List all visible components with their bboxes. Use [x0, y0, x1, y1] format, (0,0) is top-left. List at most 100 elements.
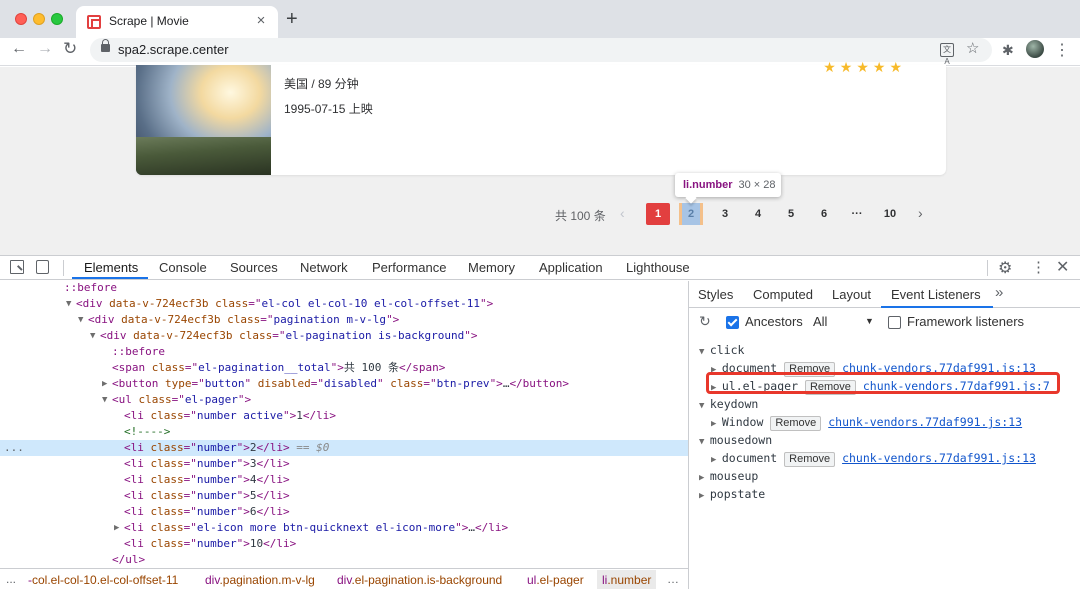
dom-line[interactable]: ▶ <li class="el-icon more btn-quicknext e…	[0, 520, 688, 536]
tab-performance[interactable]: Performance	[372, 260, 446, 275]
event-type-mouseup[interactable]: ▶ mouseup	[699, 468, 758, 484]
dom-line[interactable]: <li class="number">3</li>	[0, 456, 688, 472]
dom-line[interactable]: </ul>	[0, 552, 688, 564]
back-button[interactable]: ←	[11, 40, 27, 58]
expand-triangle-icon[interactable]: ▼	[699, 401, 710, 411]
dom-line[interactable]: ::before	[0, 344, 688, 360]
event-listener-row[interactable]: ▶ document Remove chunk-vendors.77daf991…	[711, 450, 1036, 467]
breadcrumb-item[interactable]: div.pagination.m-v-lg	[205, 570, 315, 589]
browser-tab[interactable]: Scrape | Movie ×	[76, 6, 278, 38]
refresh-icon[interactable]: ↻	[699, 313, 711, 330]
tab-layout[interactable]: Layout	[832, 287, 871, 302]
dom-line[interactable]: ▼ <div data-v-724ecf3b class="el-col el-c…	[0, 296, 688, 312]
page-button-4[interactable]: 4	[746, 203, 770, 225]
devtools-menu-icon[interactable]: ⋮	[1031, 258, 1046, 276]
tab-styles[interactable]: Styles	[698, 287, 733, 302]
device-toolbar-icon[interactable]	[36, 260, 49, 274]
breadcrumb-item[interactable]: ul.el-pager	[527, 570, 584, 589]
dom-line[interactable]: ▼ <ul class="el-pager">	[0, 392, 688, 408]
translate-icon[interactable]: 文A	[940, 43, 954, 66]
event-listener-row[interactable]: ▶ Window Remove chunk-vendors.77daf991.j…	[711, 414, 1022, 431]
tab-network[interactable]: Network	[300, 260, 348, 275]
page-button-10[interactable]: 10	[878, 203, 902, 225]
listener-source-link[interactable]: chunk-vendors.77daf991.js:13	[828, 415, 1022, 429]
close-window-button[interactable]	[15, 13, 27, 25]
remove-listener-button[interactable]: Remove	[784, 452, 836, 467]
forward-button[interactable]: →	[37, 40, 53, 58]
tab-elements[interactable]: Elements	[84, 260, 138, 275]
expand-triangle-icon[interactable]: ▼	[78, 312, 83, 328]
dom-line[interactable]: <!---->	[0, 424, 688, 440]
pagination-next-button[interactable]: ›	[918, 205, 923, 221]
movie-card[interactable]: 美国 / 89 分钟 1995-07-15 上映 ★★★★★	[136, 59, 946, 175]
expand-triangle-icon[interactable]: ▼	[90, 328, 95, 344]
settings-gear-icon[interactable]: ⚙	[998, 258, 1012, 278]
devtools-close-icon[interactable]: ✕	[1056, 257, 1069, 277]
expand-triangle-icon[interactable]: ▼	[66, 296, 71, 312]
breadcrumb-overflow-icon[interactable]: ...	[6, 569, 16, 589]
dom-line[interactable]: ▶ <button type="button" disabled="disable…	[0, 376, 688, 392]
profile-avatar[interactable]	[1026, 40, 1044, 58]
more-tabs-icon[interactable]: »	[995, 284, 1003, 301]
page-button-3[interactable]: 3	[713, 203, 737, 225]
tab-close-icon[interactable]: ×	[252, 12, 270, 29]
ancestors-checkbox[interactable]	[726, 316, 739, 329]
dom-line[interactable]: ::before	[0, 281, 688, 296]
maximize-window-button[interactable]	[51, 13, 63, 25]
pagination-prev-button[interactable]: ‹	[620, 205, 625, 221]
browser-menu-icon[interactable]: ⋮	[1054, 40, 1070, 60]
event-type-click[interactable]: ▼ click	[699, 342, 744, 358]
tab-application[interactable]: Application	[539, 260, 603, 275]
tab-lighthouse[interactable]: Lighthouse	[626, 260, 690, 275]
page-more-button[interactable]: ···	[845, 203, 869, 225]
filter-select[interactable]: All	[813, 314, 827, 329]
collapse-triangle-icon[interactable]: ▶	[711, 419, 722, 429]
collapse-triangle-icon[interactable]: ▶	[699, 473, 710, 483]
tab-event-listeners[interactable]: Event Listeners	[891, 287, 981, 302]
reload-button[interactable]: ↻	[63, 39, 77, 59]
dom-line[interactable]: ▼ <div data-v-724ecf3b class="pagination …	[0, 312, 688, 328]
listener-source-link[interactable]: chunk-vendors.77daf991.js:13	[842, 451, 1036, 465]
breadcrumb-item[interactable]: -col.el-col-10.el-col-offset-11	[28, 570, 178, 589]
tab-sources[interactable]: Sources	[230, 260, 278, 275]
tab-memory[interactable]: Memory	[468, 260, 515, 275]
url-text[interactable]: spa2.scrape.center	[118, 42, 229, 57]
inspect-element-icon[interactable]	[10, 260, 24, 274]
dom-line[interactable]: <span class="el-pagination__total">共 100…	[0, 360, 688, 376]
collapse-triangle-icon[interactable]: ▶	[711, 455, 722, 465]
page-button-6[interactable]: 6	[812, 203, 836, 225]
dom-line-selected[interactable]: ... <li class="number">2</li> == $0	[0, 440, 688, 456]
chevron-down-icon[interactable]: ▼	[865, 316, 874, 326]
movie-poster[interactable]	[136, 65, 271, 175]
dom-line[interactable]: ▼ <div data-v-724ecf3b class="el-paginati…	[0, 328, 688, 344]
expand-triangle-icon[interactable]: ▼	[699, 347, 710, 357]
extensions-puzzle-icon[interactable]: ✱	[1002, 42, 1014, 59]
page-button-2[interactable]: 2	[679, 203, 703, 225]
expand-triangle-icon[interactable]: ▼	[699, 437, 710, 447]
dom-line[interactable]: <li class="number">6</li>	[0, 504, 688, 520]
dom-line[interactable]: <li class="number active">1</li>	[0, 408, 688, 424]
collapse-triangle-icon[interactable]: ▶	[699, 491, 710, 501]
breadcrumb-more-icon[interactable]: …	[667, 569, 679, 589]
page-button-5[interactable]: 5	[779, 203, 803, 225]
breadcrumb-item[interactable]: li.number	[597, 570, 657, 589]
event-type-popstate[interactable]: ▶ popstate	[699, 486, 765, 502]
event-type-keydown[interactable]: ▼ keydown	[699, 396, 758, 412]
elements-dom-tree[interactable]: ::before ▼ <div data-v-724ecf3b class="el-…	[0, 281, 688, 564]
minimize-window-button[interactable]	[33, 13, 45, 25]
dom-line[interactable]: <li class="number">4</li>	[0, 472, 688, 488]
dom-line-menu-icon[interactable]: ...	[4, 440, 24, 456]
expand-triangle-icon[interactable]: ▼	[102, 392, 107, 408]
collapse-triangle-icon[interactable]: ▶	[102, 376, 107, 392]
remove-listener-button[interactable]: Remove	[770, 416, 822, 431]
tab-computed[interactable]: Computed	[753, 287, 813, 302]
page-button-1[interactable]: 1	[646, 203, 670, 225]
event-type-mousedown[interactable]: ▼ mousedown	[699, 432, 772, 448]
dom-line[interactable]: <li class="number">5</li>	[0, 488, 688, 504]
framework-listeners-checkbox[interactable]	[888, 316, 901, 329]
dom-line[interactable]: <li class="number">10</li>	[0, 536, 688, 552]
breadcrumb-item[interactable]: div.el-pagination.is-background	[337, 570, 502, 589]
tab-console[interactable]: Console	[159, 260, 207, 275]
collapse-triangle-icon[interactable]: ▶	[114, 520, 119, 536]
lock-icon[interactable]	[101, 39, 110, 52]
